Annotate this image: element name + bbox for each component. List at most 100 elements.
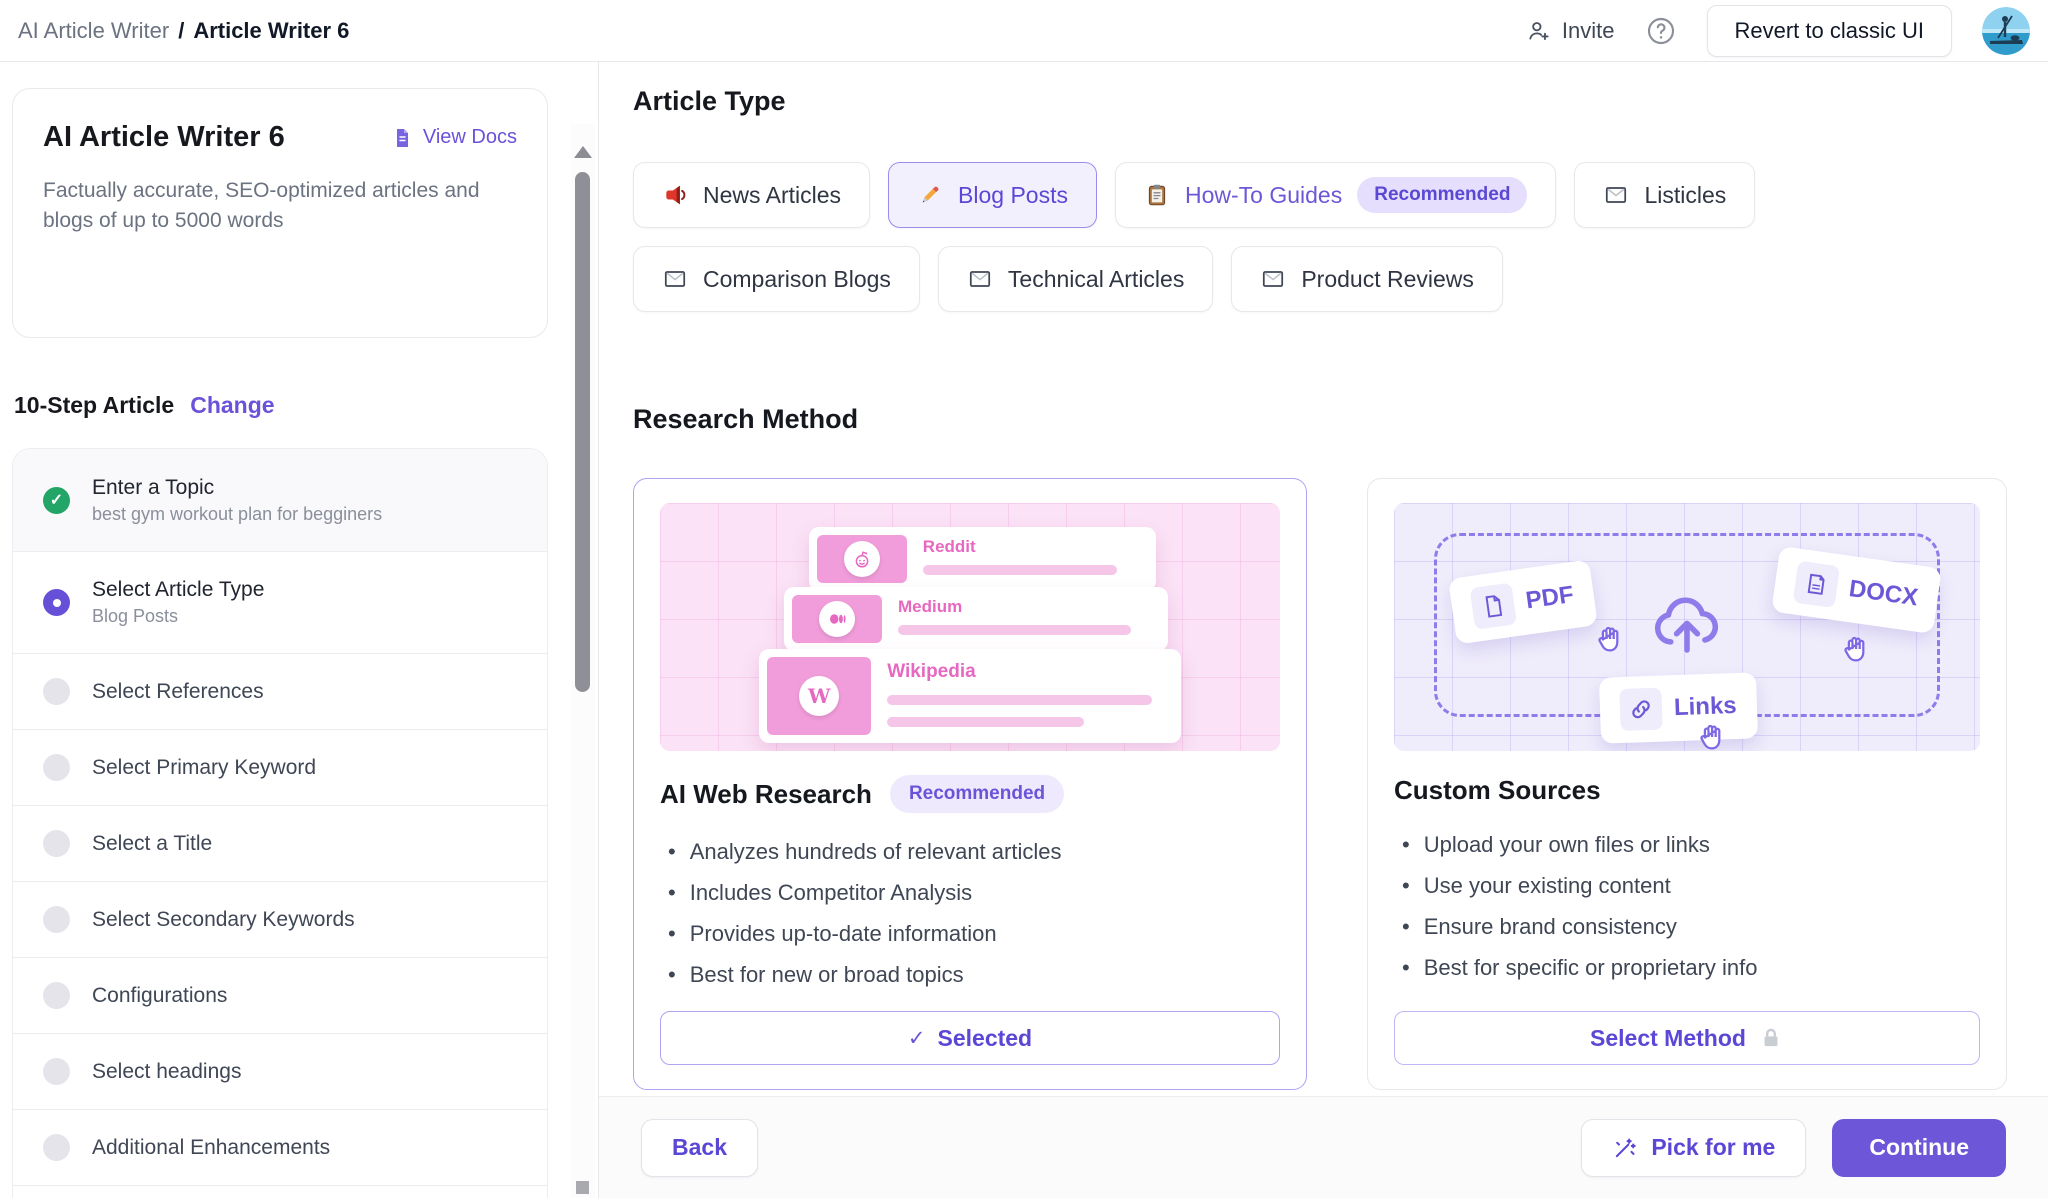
pick-for-me-button[interactable]: Pick for me xyxy=(1581,1119,1806,1177)
bullet-item: Best for new or broad topics xyxy=(668,954,1280,995)
selected-method-button[interactable]: ✓ Selected xyxy=(660,1011,1280,1065)
step-select-a-title[interactable]: Select a Title xyxy=(13,805,547,881)
placeholder-bar xyxy=(923,565,1118,575)
web-research-illustration: Reddit Medium xyxy=(660,503,1280,751)
recommended-badge: Recommended xyxy=(890,775,1064,813)
source-title: Reddit xyxy=(923,537,1144,557)
megaphone-icon xyxy=(662,182,688,208)
steps-list: ✓ Enter a Topic best gym workout plan fo… xyxy=(12,448,548,1198)
article-type-heading: Article Type xyxy=(633,86,786,117)
step-enter-a-topic[interactable]: ✓ Enter a Topic best gym workout plan fo… xyxy=(13,449,547,551)
back-button[interactable]: Back xyxy=(641,1119,758,1177)
person-plus-icon xyxy=(1526,18,1552,44)
lock-icon xyxy=(1758,1025,1784,1051)
scrollbar-thumb[interactable] xyxy=(575,172,590,692)
avatar-image xyxy=(1982,7,2030,55)
help-button[interactable] xyxy=(1645,15,1677,47)
article-type-label: Product Reviews xyxy=(1301,266,1474,293)
article-type-listicles[interactable]: Listicles xyxy=(1574,162,1755,228)
article-type-technical-articles[interactable]: Technical Articles xyxy=(938,246,1213,312)
step-pending-icon xyxy=(43,830,70,857)
continue-button[interactable]: Continue xyxy=(1832,1119,2006,1177)
step-label: Select headings xyxy=(92,1060,241,1084)
step-label: Select Primary Keyword xyxy=(92,756,316,780)
article-type-news-articles[interactable]: News Articles xyxy=(633,162,870,228)
bullet-item: Upload your own files or links xyxy=(1402,824,1980,865)
envelope-icon xyxy=(662,266,688,292)
step-done-icon: ✓ xyxy=(43,487,70,514)
links-chip: Links xyxy=(1599,672,1758,743)
step-select-secondary-keywords[interactable]: Select Secondary Keywords xyxy=(13,881,547,957)
article-type-how-to-guides[interactable]: How-To Guides Recommended xyxy=(1115,162,1556,228)
grab-hand-icon xyxy=(1836,631,1872,667)
recommended-badge: Recommended xyxy=(1357,177,1527,213)
bullet-item: Best for specific or proprietary info xyxy=(1402,947,1980,988)
placeholder-bar xyxy=(887,717,1084,727)
breadcrumb-current: Article Writer 6 xyxy=(193,18,349,44)
view-docs-link[interactable]: View Docs xyxy=(390,126,517,150)
writer-info-card: AI Article Writer 6 View Docs Factually … xyxy=(12,88,548,338)
step-additional-enhancements[interactable]: Additional Enhancements xyxy=(13,1109,547,1185)
step-select-primary-keyword[interactable]: Select Primary Keyword xyxy=(13,729,547,805)
user-avatar[interactable] xyxy=(1982,7,2030,55)
link-icon xyxy=(1619,688,1662,731)
top-bar: AI Article Writer / Article Writer 6 Inv… xyxy=(0,0,2048,62)
step-pending-icon xyxy=(43,1134,70,1161)
revert-to-classic-ui-button[interactable]: Revert to classic UI xyxy=(1707,5,1953,57)
step-active-icon xyxy=(43,589,70,616)
selected-label: Selected xyxy=(938,1025,1033,1052)
clipboard-icon xyxy=(1144,182,1170,208)
breadcrumb: AI Article Writer / Article Writer 6 xyxy=(18,18,349,44)
scroll-down-handle[interactable] xyxy=(576,1181,589,1194)
article-type-label: Blog Posts xyxy=(958,182,1068,209)
writer-description: Factually accurate, SEO-optimized articl… xyxy=(43,176,493,237)
sidebar: AI Article Writer 6 View Docs Factually … xyxy=(0,62,598,1198)
breadcrumb-separator: / xyxy=(178,18,184,44)
invite-button[interactable]: Invite xyxy=(1526,18,1615,44)
step-select-article-type[interactable]: Select Article Type Blog Posts xyxy=(13,551,547,653)
select-method-button[interactable]: Select Method xyxy=(1394,1011,1980,1065)
step-select-references[interactable]: Select References xyxy=(13,653,547,729)
back-label: Back xyxy=(672,1134,727,1161)
view-docs-label: View Docs xyxy=(423,126,517,149)
change-plan-link[interactable]: Change xyxy=(190,392,274,419)
grab-hand-icon xyxy=(1590,621,1626,657)
web-research-bullets: Analyzes hundreds of relevant articles I… xyxy=(660,831,1280,995)
custom-sources-card[interactable]: PDF DOCX xyxy=(1367,478,2007,1090)
step-label: Select Article Type xyxy=(92,578,264,602)
pdf-label: PDF xyxy=(1524,581,1575,615)
article-type-blog-posts[interactable]: Blog Posts xyxy=(888,162,1097,228)
step-label: Additional Enhancements xyxy=(92,1136,330,1160)
step-label: Configurations xyxy=(92,984,227,1008)
article-type-product-reviews[interactable]: Product Reviews xyxy=(1231,246,1503,312)
step-sublabel: best gym workout plan for begginers xyxy=(92,504,382,525)
plan-title: 10-Step Article xyxy=(14,392,174,419)
ai-web-research-card[interactable]: Reddit Medium xyxy=(633,478,1307,1090)
step-pending-icon xyxy=(43,678,70,705)
bullet-item: Ensure brand consistency xyxy=(1402,906,1980,947)
check-icon: ✓ xyxy=(908,1026,926,1051)
footer-bar: Back Pick for me Continue xyxy=(599,1096,2048,1198)
step-label: Select a Title xyxy=(92,832,212,856)
source-title: Medium xyxy=(898,597,1156,617)
sidebar-scrollbar[interactable] xyxy=(571,124,595,1198)
step-pending-icon xyxy=(43,982,70,1009)
step-configurations[interactable]: Configurations xyxy=(13,957,547,1033)
step-pending-icon xyxy=(43,906,70,933)
scroll-up-arrow-icon[interactable] xyxy=(574,146,592,158)
step-select-headings[interactable]: Select headings xyxy=(13,1033,547,1109)
pdf-file-icon xyxy=(1470,582,1517,629)
docx-file-icon xyxy=(1792,561,1839,608)
docx-label: DOCX xyxy=(1847,575,1920,612)
magic-wand-icon xyxy=(1612,1135,1638,1161)
placeholder-bar xyxy=(887,695,1152,705)
pencil-icon xyxy=(917,182,943,208)
custom-sources-title: Custom Sources xyxy=(1394,775,1601,806)
envelope-icon xyxy=(967,266,993,292)
document-icon xyxy=(390,126,414,150)
placeholder-bar xyxy=(898,625,1131,635)
step-label: Select Secondary Keywords xyxy=(92,908,355,932)
article-type-comparison-blogs[interactable]: Comparison Blogs xyxy=(633,246,920,312)
web-research-title: AI Web Research xyxy=(660,779,872,810)
breadcrumb-parent[interactable]: AI Article Writer xyxy=(18,18,169,44)
